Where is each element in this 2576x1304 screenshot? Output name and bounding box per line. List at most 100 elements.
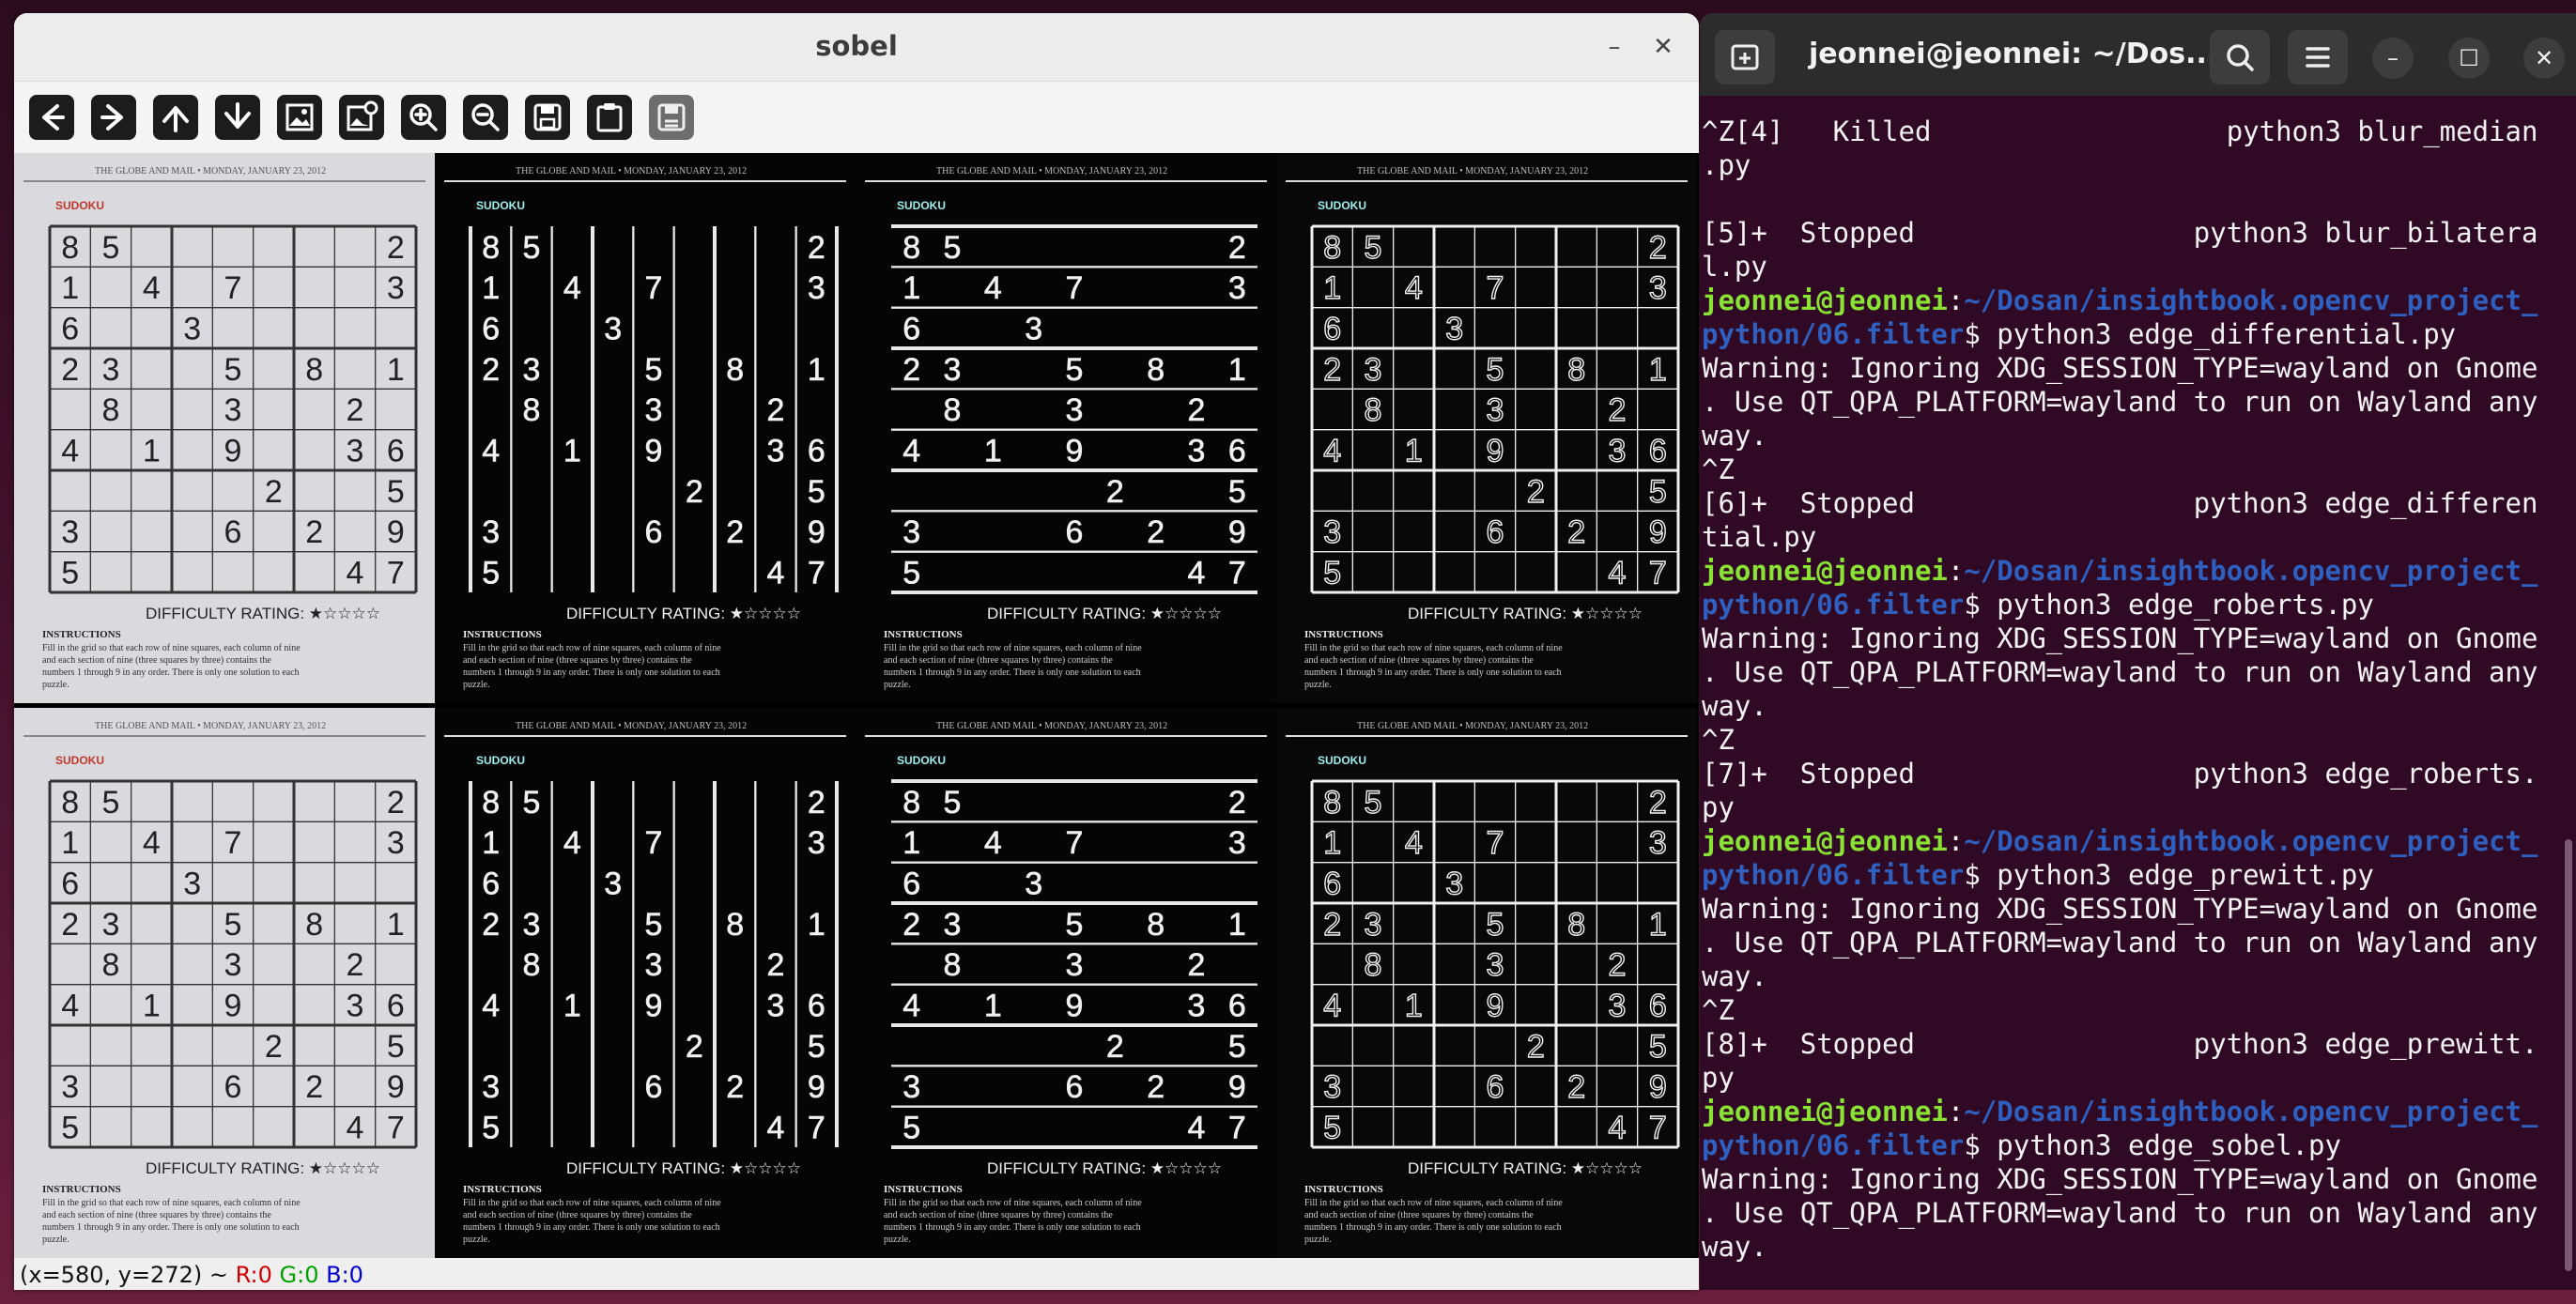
zoom-out-button[interactable] (463, 95, 508, 140)
sudoku-digit: 2 (686, 1029, 703, 1065)
sudoku-digit: 5 (944, 785, 962, 821)
sudoku-digit: 4 (902, 988, 920, 1023)
sudoku-digit: 3 (1649, 270, 1667, 306)
sudoku-digit: 3 (387, 825, 405, 861)
sudoku-digit: 5 (1365, 785, 1382, 821)
sudoku-digit: 6 (645, 1069, 663, 1105)
sudoku-digit: 8 (902, 785, 920, 821)
new-tab-button[interactable] (1715, 30, 1775, 84)
sudoku-digit: 5 (645, 352, 663, 388)
sudoku-digit: 1 (1323, 825, 1341, 861)
sudoku-digit: 2 (1106, 474, 1124, 510)
sudoku-digit: 8 (1323, 785, 1341, 821)
terminal-text: way. (1702, 960, 1767, 992)
sudoku-digit: 2 (1106, 1029, 1124, 1065)
sudoku-digit: 2 (1609, 947, 1627, 983)
sudoku-digit: 2 (61, 907, 79, 943)
save-button[interactable] (525, 95, 570, 140)
instructions-line: and each section of nine (three squares … (463, 655, 692, 666)
difficulty-rating: DIFFICULTY RATING: ★☆☆☆☆ (566, 1159, 801, 1177)
sudoku-digit: 3 (1365, 907, 1382, 943)
sudoku-digit: 6 (1066, 1069, 1084, 1105)
sudoku-digit: 3 (944, 352, 962, 388)
terminal-text: way. (1702, 420, 1767, 452)
terminal-titlebar[interactable]: jeonnei@jeonnei: ~/Dos... – ☐ ✕ (1700, 13, 2576, 96)
pan-down-button[interactable] (215, 95, 260, 140)
pan-left-button[interactable] (29, 95, 74, 140)
sudoku-digit: 8 (102, 392, 120, 428)
terminal-line: ^Z (1702, 723, 2561, 757)
zoom-out-icon (471, 103, 500, 131)
sudoku-digit: 3 (1025, 311, 1042, 346)
sudoku-header: THE GLOBE AND MAIL • MONDAY, JANUARY 23,… (516, 166, 747, 176)
difficulty-rating: DIFFICULTY RATING: ★☆☆☆☆ (987, 1159, 1222, 1177)
sudoku-digit: 2 (767, 392, 785, 428)
prompt-path: ~/Dosan/insightbook.opencv_project_ (1964, 1096, 2538, 1128)
sudoku-digit: 7 (224, 270, 242, 306)
sudoku-digit: 1 (1649, 907, 1667, 943)
instructions-line: and each section of nine (three squares … (884, 1210, 1113, 1220)
sudoku-digit: 1 (1649, 352, 1667, 388)
terminal-scrollbar[interactable] (2565, 839, 2572, 1271)
sudoku-digit: 4 (61, 988, 79, 1023)
sudoku-digit: 9 (224, 433, 242, 468)
sudoku-digit: 5 (387, 474, 405, 510)
search-button[interactable] (2210, 30, 2270, 84)
sudoku-digit: 3 (482, 1069, 500, 1105)
sudoku-digit: 2 (1649, 785, 1667, 821)
sudoku-digit: 9 (1228, 1069, 1246, 1105)
sudoku-digit: 6 (902, 866, 920, 901)
sudoku-digit: 4 (984, 825, 1002, 861)
sudoku-digit: 3 (387, 270, 405, 306)
instructions-line: numbers 1 through 9 in any order. There … (1304, 1222, 1562, 1233)
pan-up-button[interactable] (153, 95, 198, 140)
sudoku-digit: 3 (1487, 947, 1504, 983)
pan-right-button[interactable] (91, 95, 136, 140)
close-button[interactable]: ✕ (1644, 28, 1682, 66)
prompt-path: ~/Dosan/insightbook.opencv_project_ (1964, 284, 2538, 316)
minimize-button[interactable]: – (1596, 28, 1633, 66)
terminal-output[interactable]: ^Z[4] Killed python3 blur_median .py [5]+… (1700, 96, 2576, 1290)
sudoku-digit: 3 (183, 311, 201, 346)
sudoku-digit: 2 (1527, 1029, 1545, 1065)
prompt-path: python/06.filter (1702, 859, 1965, 891)
terminal-close-button[interactable]: ✕ (2523, 38, 2565, 79)
sudoku-digit: 3 (767, 433, 785, 468)
sudoku-digit: 2 (387, 230, 405, 266)
zoom-in-button[interactable] (401, 95, 446, 140)
menu-button[interactable] (2288, 30, 2348, 84)
sudoku-digit: 3 (1188, 988, 1206, 1023)
instructions-line: and each section of nine (three squares … (1304, 655, 1534, 666)
sudoku-digit: 2 (1323, 907, 1341, 943)
sudoku-digit: 1 (143, 433, 161, 468)
image-viewer-window: sobel – ✕ THE GLOBE AND MAIL • MONDAY, J… (14, 13, 1699, 1290)
zoom-original-button[interactable] (277, 95, 322, 140)
sudoku-digit: 3 (1609, 433, 1627, 468)
sudoku-digit: 5 (1487, 907, 1504, 943)
copy-clipboard-button[interactable] (587, 95, 632, 140)
terminal-text: ^Z (1702, 724, 1735, 756)
sudoku-digit: 6 (61, 866, 79, 901)
sudoku-digit: 3 (347, 433, 364, 468)
zoom-fit-button[interactable] (339, 95, 384, 140)
sudoku-digit: 3 (1066, 392, 1084, 428)
sudoku-header: THE GLOBE AND MAIL • MONDAY, JANUARY 23,… (95, 166, 326, 176)
image-canvas[interactable]: THE GLOBE AND MAIL • MONDAY, JANUARY 23,… (14, 153, 1699, 1258)
sudoku-digit: 3 (1649, 825, 1667, 861)
terminal-minimize-button[interactable]: – (2372, 38, 2414, 79)
properties-button[interactable] (649, 95, 694, 140)
terminal-maximize-button[interactable]: ☐ (2448, 38, 2490, 79)
viewer-titlebar[interactable]: sobel – ✕ (14, 13, 1699, 82)
arrow-up-icon (162, 106, 189, 132)
edge-combined-image: THE GLOBE AND MAIL • MONDAY, JANUARY 23,… (1276, 708, 1697, 1258)
sudoku-digit: 2 (1527, 474, 1545, 510)
minimize-icon: – (2387, 45, 2399, 71)
sudoku-digit: 4 (482, 433, 500, 468)
sudoku-digit: 8 (482, 785, 500, 821)
terminal-line: . Use QT_QPA_PLATFORM=wayland to run on … (1702, 385, 2561, 419)
sudoku-digit: 3 (523, 352, 541, 388)
prompt-path: python/06.filter (1702, 1129, 1965, 1161)
sudoku-digit: 7 (1228, 1110, 1246, 1145)
terminal-line: python/06.filter$ python3 edge_different… (1702, 317, 2561, 351)
sudoku-digit: 9 (1228, 514, 1246, 550)
